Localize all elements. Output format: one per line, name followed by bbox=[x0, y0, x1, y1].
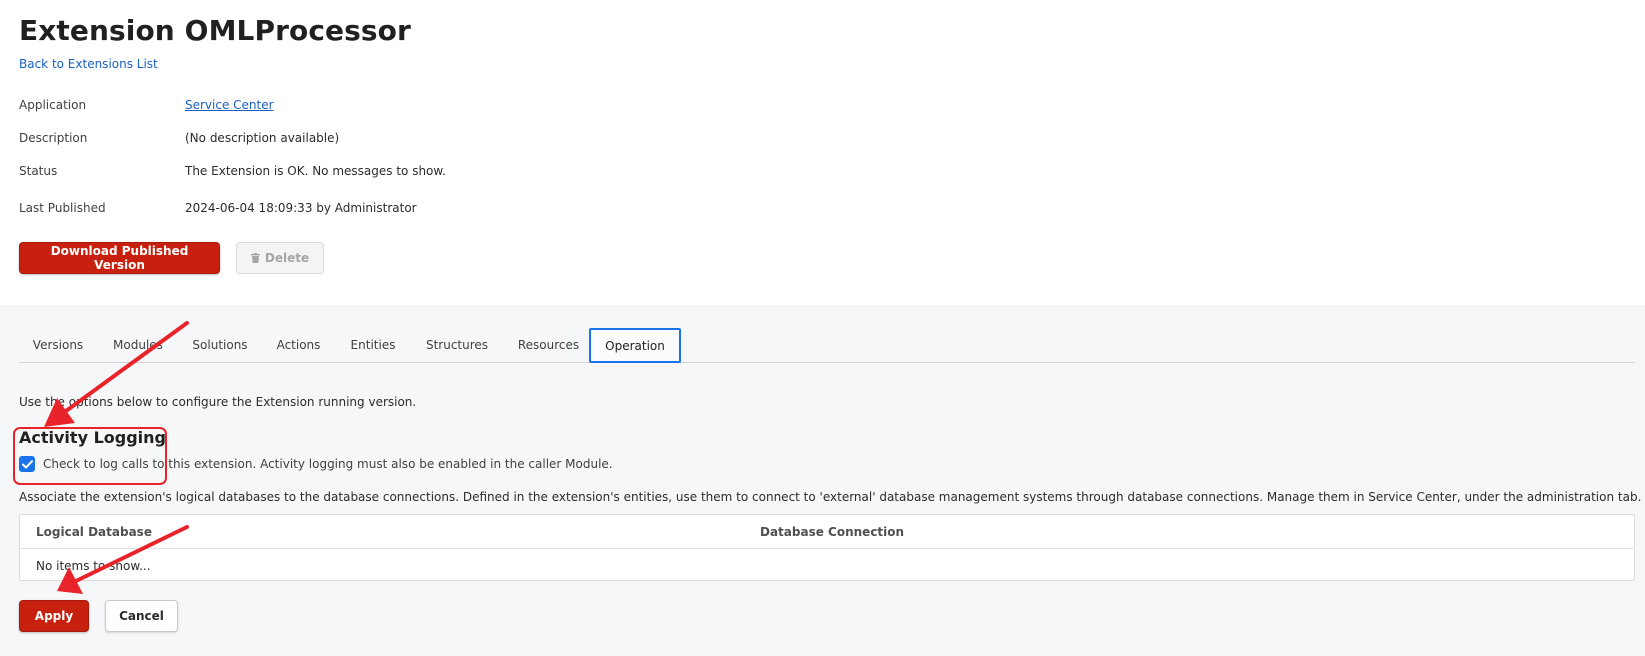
back-to-extensions-link[interactable]: Back to Extensions List bbox=[19, 57, 158, 71]
activity-logging-title: Activity Logging bbox=[19, 428, 166, 447]
application-label: Application bbox=[19, 98, 87, 112]
operation-intro-text: Use the options below to configure the E… bbox=[19, 395, 417, 409]
application-link[interactable]: Service Center bbox=[185, 98, 274, 112]
tab-structures[interactable]: Structures bbox=[411, 328, 503, 362]
last-published-value: 2024-06-04 18:09:33 by Administrator bbox=[185, 201, 417, 215]
delete-button[interactable]: Delete bbox=[236, 242, 324, 274]
database-association-text: Associate the extension's logical databa… bbox=[19, 490, 1642, 504]
tab-bar: Versions Modules Solutions Actions Entit… bbox=[19, 328, 1635, 363]
tab-operation[interactable]: Operation bbox=[589, 328, 681, 363]
extension-header-section: Extension OMLProcessor Back to Extension… bbox=[0, 0, 1645, 305]
activity-logging-checkbox[interactable] bbox=[19, 456, 35, 472]
table-empty-message: No items to show... bbox=[36, 559, 151, 573]
download-published-version-button[interactable]: Download Published Version bbox=[19, 242, 220, 274]
description-label: Description bbox=[19, 131, 88, 145]
column-header-logical-database: Logical Database bbox=[36, 524, 152, 539]
description-value: (No description available) bbox=[185, 131, 340, 145]
tab-actions[interactable]: Actions bbox=[262, 328, 335, 362]
checkmark-icon bbox=[21, 459, 33, 468]
activity-logging-label: Check to log calls to this extension. Ac… bbox=[43, 457, 613, 471]
tab-versions[interactable]: Versions bbox=[19, 328, 97, 362]
status-value: The Extension is OK. No messages to show… bbox=[185, 164, 446, 178]
delete-label: Delete bbox=[264, 251, 310, 265]
apply-button[interactable]: Apply bbox=[19, 600, 89, 632]
tab-resources[interactable]: Resources bbox=[504, 328, 593, 362]
last-published-label: Last Published bbox=[19, 201, 106, 215]
database-mapping-table: Logical Database Database Connection No … bbox=[19, 514, 1635, 581]
cancel-button[interactable]: Cancel bbox=[105, 600, 178, 632]
trash-icon bbox=[250, 253, 260, 263]
table-header-divider bbox=[20, 548, 1634, 549]
page-title: Extension OMLProcessor bbox=[19, 14, 411, 47]
status-label: Status bbox=[19, 164, 58, 178]
tab-entities[interactable]: Entities bbox=[336, 328, 410, 362]
tab-solutions[interactable]: Solutions bbox=[179, 328, 261, 362]
column-header-database-connection: Database Connection bbox=[760, 524, 905, 539]
tab-modules[interactable]: Modules bbox=[98, 328, 178, 362]
